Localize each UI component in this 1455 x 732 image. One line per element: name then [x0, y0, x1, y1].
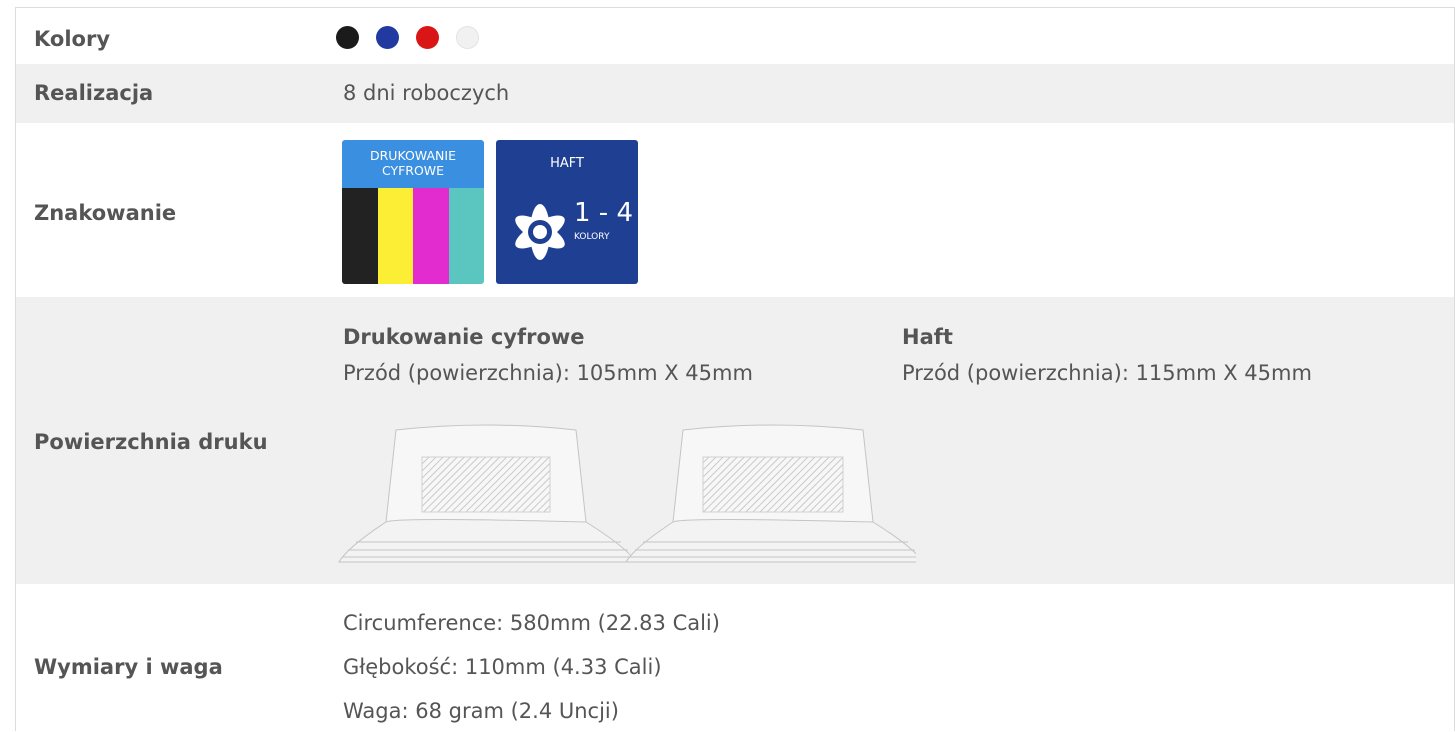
hat-front-digital — [338, 424, 637, 563]
hat-print-area-illustration — [338, 424, 916, 563]
embroidery-color-unit: KOLORY — [574, 232, 610, 242]
hat-front-embroidery — [625, 424, 916, 563]
embroidery-flower-icon — [515, 204, 565, 260]
color-swatch[interactable] — [416, 25, 439, 49]
color-swatch[interactable] — [456, 25, 479, 49]
embroidery-badge[interactable]: HAFT 1 - 4 KOLORY — [496, 140, 638, 284]
lead-time-row: Realizacja 8 dni roboczych — [16, 64, 1454, 123]
marking-row: Znakowanie DRUKOWANIE CYFROWE HAFT 1 - 4… — [16, 123, 1454, 297]
print-method-dimension: Przód (powierzchnia): 115mm X 45mm — [902, 361, 1312, 385]
color-swatch[interactable] — [376, 25, 399, 49]
print-area-row: Powierzchnia druku Drukowanie cyfrowe Pr… — [16, 297, 1454, 584]
embroidery-badge-title: HAFT — [550, 156, 584, 171]
lead-time-label: Realizacja — [34, 81, 154, 105]
colors-row: Kolory — [16, 8, 1454, 64]
print-area-label: Powierzchnia druku — [34, 430, 268, 454]
colors-label: Kolory — [34, 27, 111, 51]
dimension-line: Circumference: 580mm (22.83 Cali) — [343, 611, 720, 635]
print-method-name: Haft — [902, 325, 953, 349]
product-spec-table: Kolory Realizacja 8 dni roboczych Znakow… — [15, 7, 1455, 731]
dimensions-label: Wymiary i waga — [34, 655, 223, 679]
dimensions-row: Wymiary i waga Circumference: 580mm (22.… — [16, 584, 1454, 732]
digital-print-badge[interactable]: DRUKOWANIE CYFROWE — [342, 140, 484, 284]
cmyk-stripes-icon — [342, 188, 484, 284]
print-method-name: Drukowanie cyfrowe — [343, 325, 585, 349]
marking-label: Znakowanie — [34, 201, 177, 225]
digital-badge-line2: CYFROWE — [381, 163, 445, 178]
dimension-line: Waga: 68 gram (2.4 Uncji) — [343, 699, 619, 723]
digital-badge-line1: DRUKOWANIE — [370, 148, 456, 163]
color-swatches — [336, 24, 496, 49]
dimension-line: Głębokość: 110mm (4.33 Cali) — [343, 655, 662, 679]
lead-time-value: 8 dni roboczych — [343, 81, 510, 105]
digital-badge-header: DRUKOWANIE CYFROWE — [342, 140, 484, 188]
embroidery-color-range: 1 - 4 — [574, 198, 633, 228]
print-method-dimension: Przód (powierzchnia): 105mm X 45mm — [343, 361, 753, 385]
color-swatch[interactable] — [336, 25, 359, 49]
